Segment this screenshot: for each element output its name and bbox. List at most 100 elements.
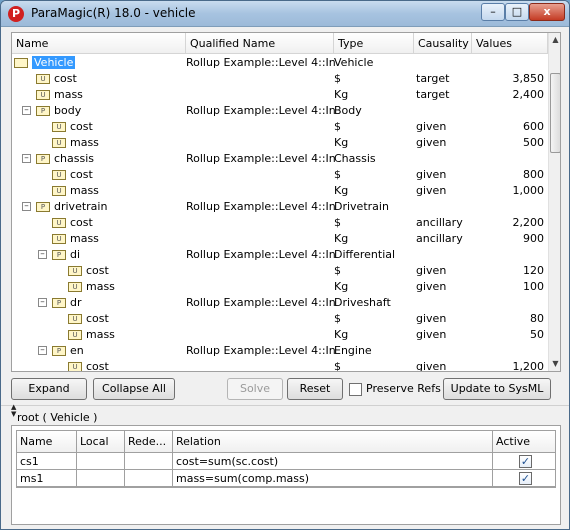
value-property-icon: U — [52, 218, 66, 228]
collapse-all-button[interactable]: Collapse All — [93, 378, 175, 400]
tree-node-label: mass — [70, 136, 99, 149]
column-header-name[interactable]: Name — [17, 431, 77, 452]
collapse-toggle-icon[interactable]: – — [22, 202, 31, 211]
scroll-up-arrow-icon[interactable]: ▲ — [549, 33, 560, 47]
close-button[interactable]: x — [529, 3, 565, 21]
type-cell: $ — [334, 216, 341, 229]
qualified-name-cell: Rollup Example::Level 4::In... — [186, 56, 336, 69]
tree-row[interactable]: Umass Kg ancillary 900 — [12, 231, 548, 247]
tree-row[interactable]: Umass Kg given 100 — [12, 279, 548, 295]
causality-cell — [416, 151, 476, 167]
tree-row[interactable]: – Pdr Rollup Example::Level 4::In... Drives… — [12, 295, 548, 311]
tree-row[interactable]: Ucost $ given 120 — [12, 263, 548, 279]
relation-row[interactable]: ms1 mass=sum(comp.mass) ✓ — [17, 470, 555, 487]
column-header-name[interactable]: Name — [12, 33, 186, 54]
tree-row[interactable]: Ucost $ given 80 — [12, 311, 548, 327]
tree-body: Vehicle Rollup Example::Level 4::In... Veh… — [12, 55, 548, 372]
window-title: ParaMagic(R) 18.0 - vehicle — [31, 6, 196, 20]
tree-node-label: cost — [70, 120, 93, 133]
part-icon: P — [36, 202, 50, 212]
tree-node-label: drivetrain — [54, 200, 108, 213]
scroll-down-arrow-icon[interactable]: ▼ — [549, 357, 560, 371]
collapse-toggle-icon[interactable]: – — [38, 250, 47, 259]
column-header-local[interactable]: Local — [77, 431, 125, 452]
active-checkbox[interactable]: ✓ — [519, 471, 532, 485]
tree-vertical-scrollbar[interactable]: ▲ ▼ — [548, 33, 560, 371]
value-property-icon: U — [68, 266, 82, 276]
collapse-toggle-icon[interactable]: – — [38, 346, 47, 355]
tree-node-label: chassis — [54, 152, 95, 165]
value-cell: 800 — [523, 168, 544, 181]
tree-node-label: dr — [70, 296, 82, 309]
tree-name-cell: Umass — [12, 87, 184, 103]
relation-name-cell: cs1 — [17, 453, 77, 469]
column-header-redefines[interactable]: Rede... — [125, 431, 173, 452]
qualified-name-cell — [186, 311, 336, 327]
value-cell: 2,200 — [512, 216, 545, 229]
relation-expression-cell: cost=sum(sc.cost) — [173, 453, 493, 469]
splitter-arrows-icon[interactable]: ▲ ▼ — [11, 404, 16, 418]
tree-row[interactable]: Ucost $ given 800 — [12, 167, 548, 183]
value-cell: 1,000 — [512, 184, 545, 197]
tree-row[interactable]: – Pbody Rollup Example::Level 4::In... Body — [12, 103, 548, 119]
minimize-button[interactable]: – — [481, 3, 505, 21]
tree-row[interactable]: Umass Kg given 50 — [12, 327, 548, 343]
active-checkbox[interactable]: ✓ — [519, 454, 532, 468]
causality-cell: ancillary — [416, 216, 463, 229]
expand-button[interactable]: Expand — [11, 378, 87, 400]
value-cell: 100 — [523, 280, 544, 293]
preserve-refs-checkbox[interactable] — [349, 383, 362, 396]
column-header-causality[interactable]: Causality — [414, 33, 472, 54]
causality-cell: given — [416, 312, 447, 325]
reset-button[interactable]: Reset — [287, 378, 343, 400]
solve-button[interactable]: Solve — [227, 378, 283, 400]
column-header-active[interactable]: Active — [493, 431, 555, 452]
maximize-button[interactable]: □ — [505, 3, 529, 21]
column-header-qualified-name[interactable]: Qualified Name — [186, 33, 334, 54]
tree-row[interactable]: Umass Kg given 500 — [12, 135, 548, 151]
tree-name-cell: Ucost — [12, 263, 184, 279]
collapse-toggle-icon[interactable]: – — [38, 298, 47, 307]
tree-node-label: cost — [86, 264, 109, 277]
qualified-name-cell — [186, 183, 336, 199]
collapse-toggle-icon[interactable]: – — [22, 106, 31, 115]
causality-cell: given — [416, 264, 447, 277]
qualified-name-cell — [186, 215, 336, 231]
tree-row[interactable]: Vehicle Rollup Example::Level 4::In... Veh… — [12, 55, 548, 71]
qualified-name-cell — [186, 231, 336, 247]
causality-cell — [416, 343, 476, 359]
update-to-sysml-button[interactable]: Update to SysML — [443, 378, 551, 400]
tree-node-label: cost — [54, 72, 77, 85]
value-property-icon: U — [52, 234, 66, 244]
tree-node-label: en — [70, 344, 84, 357]
value-cell: 1,200 — [512, 360, 545, 372]
tree-node-label: cost — [70, 168, 93, 181]
tree-row[interactable]: Ucost $ given 600 — [12, 119, 548, 135]
relation-row[interactable]: cs1 cost=sum(sc.cost) ✓ — [17, 453, 555, 470]
part-icon: P — [52, 298, 66, 308]
title-bar[interactable]: P ParaMagic(R) 18.0 - vehicle – □ x — [1, 1, 569, 27]
tree-row[interactable]: – Pdrivetrain Rollup Example::Level 4::In.… — [12, 199, 548, 215]
tree-row[interactable]: – Pdi Rollup Example::Level 4::In... Differ… — [12, 247, 548, 263]
scroll-thumb[interactable] — [550, 73, 560, 153]
column-header-type[interactable]: Type — [334, 33, 414, 54]
collapse-toggle-icon[interactable]: – — [22, 154, 31, 163]
tree-row[interactable]: Ucost $ given 1,200 — [12, 359, 548, 372]
tree-node-label: Vehicle — [32, 56, 76, 69]
tree-name-cell: Ucost — [12, 311, 184, 327]
column-header-relation[interactable]: Relation — [173, 431, 493, 452]
tree-row[interactable]: Ucost $ ancillary 2,200 — [12, 215, 548, 231]
relation-active-cell: ✓ — [493, 453, 555, 469]
tree-row[interactable]: Ucost $ target 3,850 — [12, 71, 548, 87]
tree-name-cell: – Pdr — [12, 295, 184, 311]
tree-row[interactable]: Umass Kg target 2,400 — [12, 87, 548, 103]
tree-row[interactable]: – Pen Rollup Example::Level 4::In... Engine — [12, 343, 548, 359]
tree-row[interactable]: – Pchassis Rollup Example::Level 4::In... C… — [12, 151, 548, 167]
tree-name-cell: – Pbody — [12, 103, 184, 119]
tree-row[interactable]: Umass Kg given 1,000 — [12, 183, 548, 199]
relation-local-cell — [77, 470, 125, 486]
causality-cell: given — [416, 280, 447, 293]
column-header-values[interactable]: Values — [472, 33, 548, 54]
qualified-name-cell: Rollup Example::Level 4::In... — [186, 200, 336, 213]
value-property-icon: U — [68, 362, 82, 371]
